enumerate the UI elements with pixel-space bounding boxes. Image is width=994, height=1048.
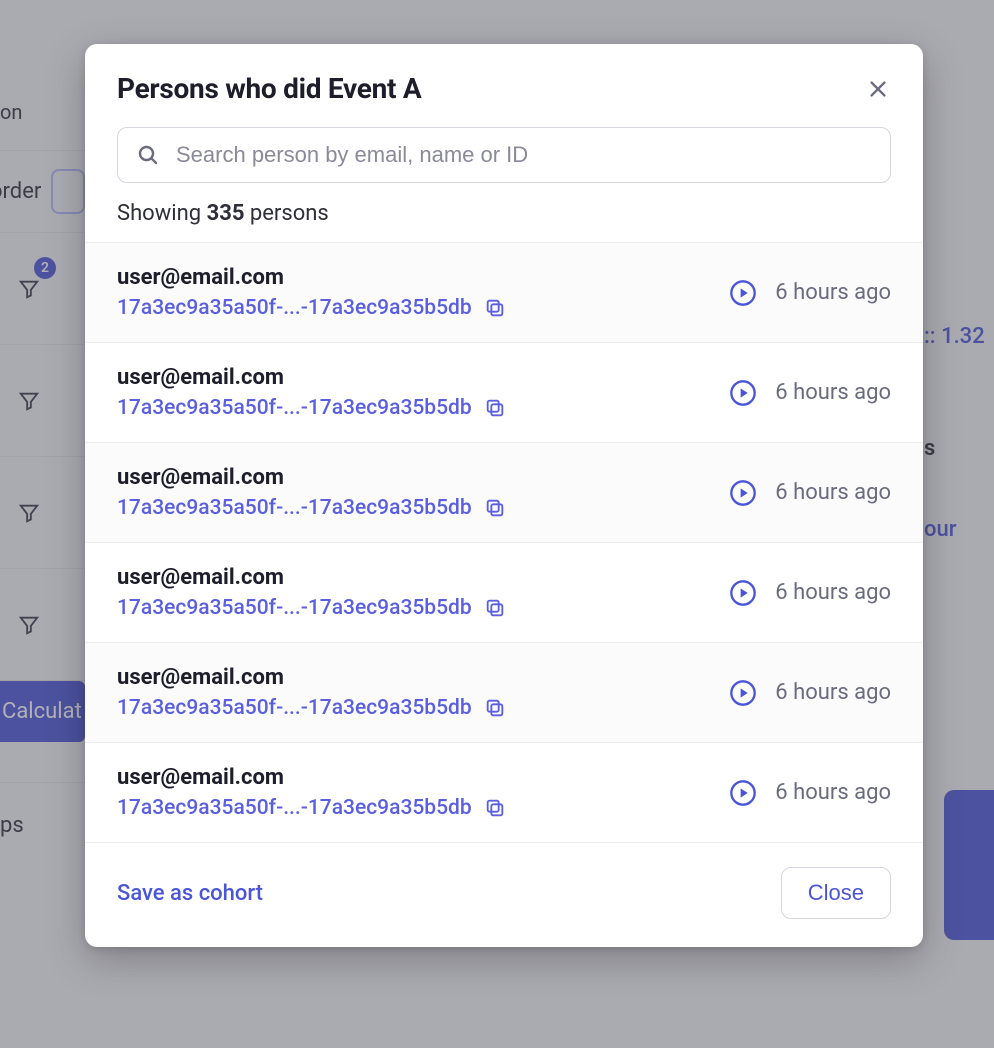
copy-icon[interactable] (484, 497, 506, 519)
close-icon[interactable] (865, 76, 891, 102)
person-id-row: 17a3ec9a35a50f-...-17a3ec9a35b5db (117, 696, 506, 720)
person-id-link[interactable]: 17a3ec9a35a50f-...-17a3ec9a35b5db (117, 696, 472, 720)
person-id-row: 17a3ec9a35a50f-...-17a3ec9a35b5db (117, 596, 506, 620)
person-email: user@email.com (117, 565, 506, 590)
person-email: user@email.com (117, 465, 506, 490)
person-id-link[interactable]: 17a3ec9a35a50f-...-17a3ec9a35b5db (117, 796, 472, 820)
person-right: 6 hours ago (727, 477, 891, 509)
person-main: user@email.com 17a3ec9a35a50f-...-17a3ec9… (117, 265, 506, 320)
person-email: user@email.com (117, 765, 506, 790)
time-ago: 6 hours ago (775, 280, 891, 305)
copy-icon[interactable] (484, 697, 506, 719)
close-button[interactable]: Close (781, 867, 891, 919)
showing-prefix: Showing (117, 201, 207, 226)
person-row[interactable]: user@email.com 17a3ec9a35a50f-...-17a3ec9… (85, 343, 923, 443)
person-row[interactable]: user@email.com 17a3ec9a35a50f-...-17a3ec9… (85, 443, 923, 543)
person-id-row: 17a3ec9a35a50f-...-17a3ec9a35b5db (117, 796, 506, 820)
play-icon[interactable] (727, 377, 759, 409)
play-icon[interactable] (727, 577, 759, 609)
person-right: 6 hours ago (727, 377, 891, 409)
person-email: user@email.com (117, 365, 506, 390)
person-main: user@email.com 17a3ec9a35a50f-...-17a3ec9… (117, 765, 506, 820)
person-id-row: 17a3ec9a35a50f-...-17a3ec9a35b5db (117, 296, 506, 320)
person-id-link[interactable]: 17a3ec9a35a50f-...-17a3ec9a35b5db (117, 496, 472, 520)
time-ago: 6 hours ago (775, 780, 891, 805)
modal-header: Persons who did Event A (85, 44, 923, 127)
person-right: 6 hours ago (727, 277, 891, 309)
person-row[interactable]: user@email.com 17a3ec9a35a50f-...-17a3ec9… (85, 743, 923, 843)
person-main: user@email.com 17a3ec9a35a50f-...-17a3ec9… (117, 665, 506, 720)
search-icon (136, 143, 160, 167)
time-ago: 6 hours ago (775, 580, 891, 605)
modal-footer: Save as cohort Close (85, 843, 923, 947)
copy-icon[interactable] (484, 297, 506, 319)
copy-icon[interactable] (484, 597, 506, 619)
person-list: user@email.com 17a3ec9a35a50f-...-17a3ec9… (85, 242, 923, 843)
person-main: user@email.com 17a3ec9a35a50f-...-17a3ec9… (117, 365, 506, 420)
copy-icon[interactable] (484, 797, 506, 819)
search-container (85, 127, 923, 201)
person-row[interactable]: user@email.com 17a3ec9a35a50f-...-17a3ec9… (85, 243, 923, 343)
modal-title: Persons who did Event A (117, 72, 421, 105)
person-id-row: 17a3ec9a35a50f-...-17a3ec9a35b5db (117, 496, 506, 520)
person-right: 6 hours ago (727, 677, 891, 709)
play-icon[interactable] (727, 477, 759, 509)
person-main: user@email.com 17a3ec9a35a50f-...-17a3ec9… (117, 565, 506, 620)
play-icon[interactable] (727, 277, 759, 309)
person-row[interactable]: user@email.com 17a3ec9a35a50f-...-17a3ec9… (85, 543, 923, 643)
person-id-row: 17a3ec9a35a50f-...-17a3ec9a35b5db (117, 396, 506, 420)
person-right: 6 hours ago (727, 777, 891, 809)
person-email: user@email.com (117, 265, 506, 290)
time-ago: 6 hours ago (775, 680, 891, 705)
persons-modal: Persons who did Event A Showing 335 pers… (85, 44, 923, 947)
person-id-link[interactable]: 17a3ec9a35a50f-...-17a3ec9a35b5db (117, 596, 472, 620)
play-icon[interactable] (727, 677, 759, 709)
copy-icon[interactable] (484, 397, 506, 419)
showing-suffix: persons (244, 201, 328, 226)
time-ago: 6 hours ago (775, 380, 891, 405)
save-as-cohort-link[interactable]: Save as cohort (117, 881, 263, 906)
time-ago: 6 hours ago (775, 480, 891, 505)
search-input[interactable] (176, 142, 872, 168)
person-id-link[interactable]: 17a3ec9a35a50f-...-17a3ec9a35b5db (117, 296, 472, 320)
person-right: 6 hours ago (727, 577, 891, 609)
results-count: Showing 335 persons (85, 201, 923, 242)
person-main: user@email.com 17a3ec9a35a50f-...-17a3ec9… (117, 465, 506, 520)
person-email: user@email.com (117, 665, 506, 690)
play-icon[interactable] (727, 777, 759, 809)
showing-count: 335 (207, 201, 245, 226)
search-field[interactable] (117, 127, 891, 183)
person-id-link[interactable]: 17a3ec9a35a50f-...-17a3ec9a35b5db (117, 396, 472, 420)
person-row[interactable]: user@email.com 17a3ec9a35a50f-...-17a3ec9… (85, 643, 923, 743)
